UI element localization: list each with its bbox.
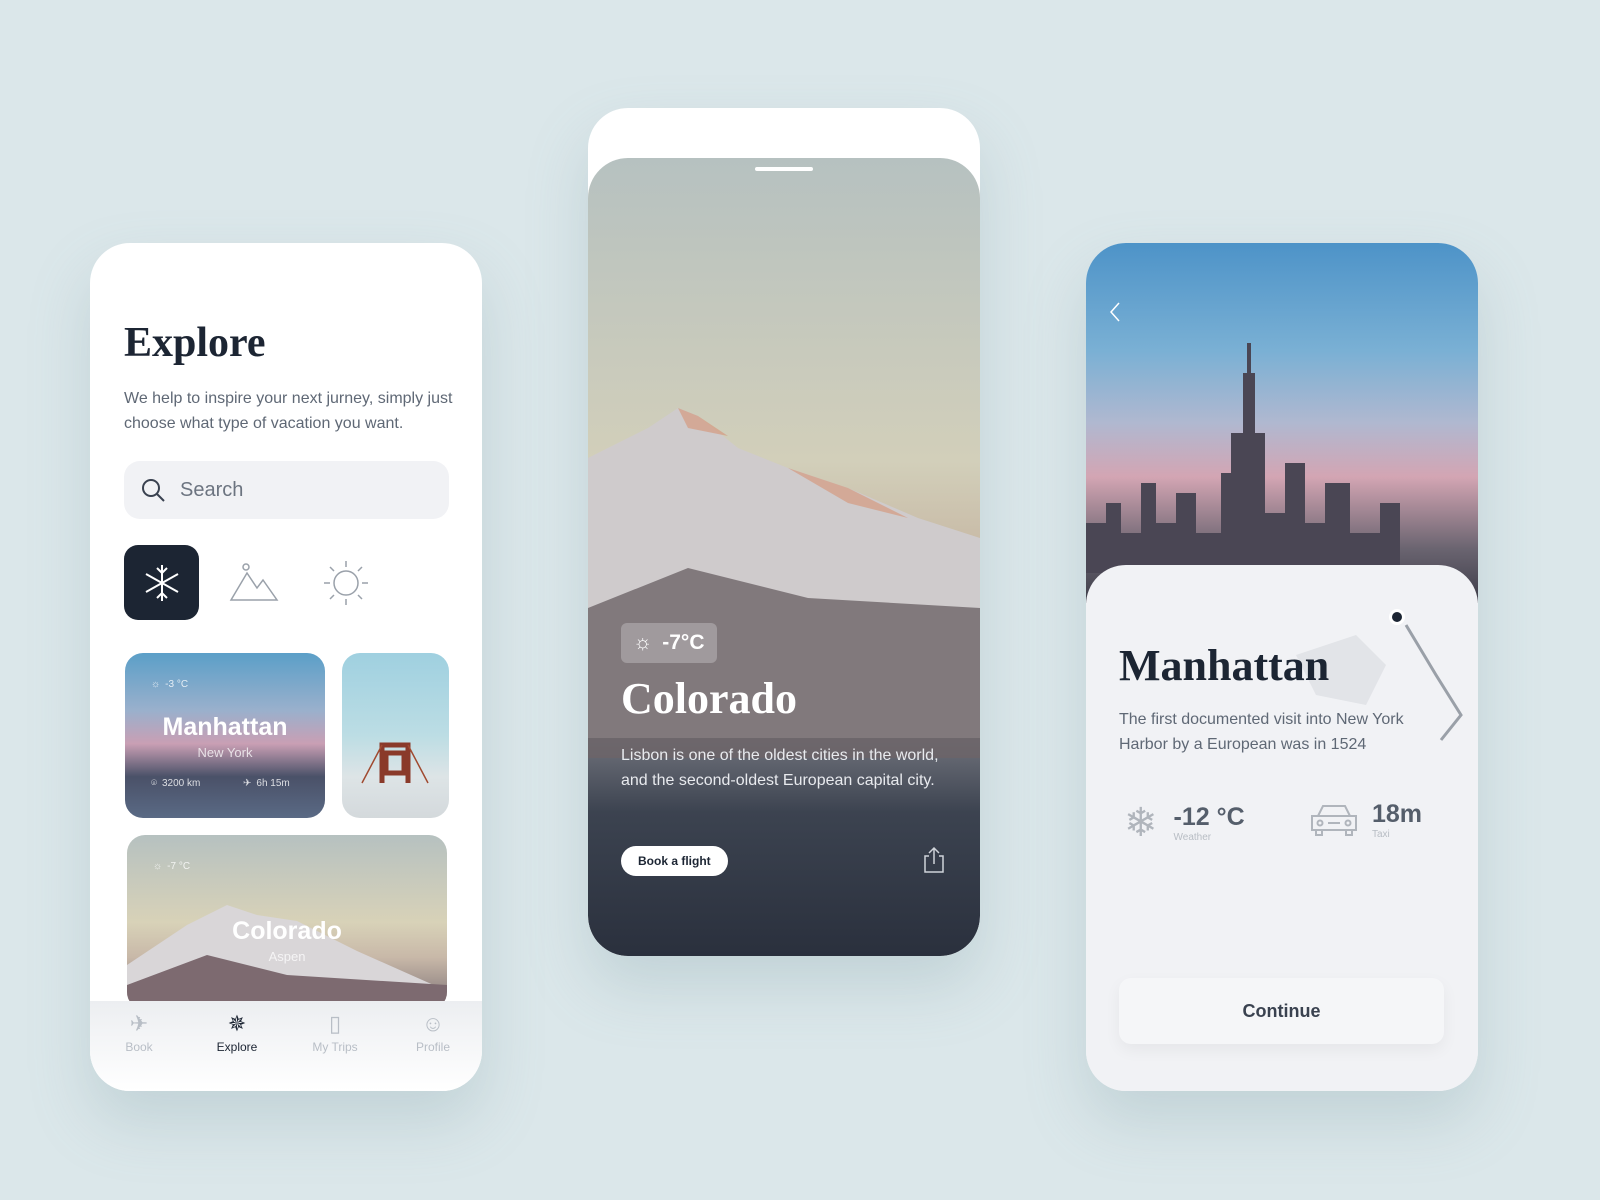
page-title: Explore (124, 320, 266, 366)
compass-star-icon: ✵ (227, 1011, 247, 1036)
card-title: Colorado (232, 917, 342, 945)
skyline-image (1086, 243, 1478, 603)
sun-icon: ☼ (153, 861, 163, 872)
skyline (1086, 343, 1400, 573)
sun-icon: ☼ (633, 631, 653, 654)
back-chevron-icon[interactable] (1108, 301, 1122, 323)
user-icon: ☺ (421, 1011, 445, 1036)
card-title: Manhattan (162, 713, 288, 741)
search-icon (142, 479, 165, 502)
book-flight-button[interactable]: Book a flight (621, 846, 728, 876)
car-icon (1311, 805, 1357, 836)
destination-detail-screen: ☼ -7°C Colorado Lisbon is one of the olde… (588, 108, 980, 956)
location-pin-icon: ⌾ (151, 778, 157, 789)
destination-description: The first documented visit into New York… (1119, 711, 1404, 753)
mountain-icon (229, 562, 278, 601)
weather-stat: ❄ -12 °C Weather (1124, 801, 1245, 845)
weather-badge: ☼ -7°C (621, 623, 717, 663)
bridge-image (361, 742, 429, 784)
category-sun-button[interactable] (308, 545, 383, 620)
card-temp: -3 °C (165, 679, 189, 690)
category-mountain-button[interactable] (216, 545, 291, 620)
explore-screen: Explore We help to inspire your next jur… (90, 243, 482, 1091)
destination-card-colorado[interactable]: ☼ -7 °C Colorado Aspen (127, 835, 447, 1010)
share-icon[interactable] (922, 846, 946, 874)
destination-description: Lisbon is one of the oldest cities in th… (621, 747, 939, 789)
nav-profile[interactable]: ☺ Profile (393, 1011, 473, 1091)
card-flight-time: 6h 15m (256, 778, 290, 789)
search-input[interactable] (180, 478, 420, 502)
plane-icon: ✈ (243, 778, 252, 789)
plane-icon: ✈ (129, 1011, 149, 1036)
destination-card-san-francisco[interactable] (342, 653, 449, 818)
search-bar[interactable] (124, 461, 449, 519)
taxi-stat: 18m Taxi (1308, 800, 1422, 840)
sun-icon: ☼ (151, 679, 161, 690)
card-temp: -7 °C (167, 861, 191, 872)
card-distance: 3200 km (162, 778, 201, 789)
nav-explore[interactable]: ✵ Explore (197, 1011, 277, 1091)
snowflake-icon (145, 564, 178, 601)
card-subtitle: New York (197, 745, 253, 760)
info-sheet: Manhattan The first documented visit int… (1086, 565, 1478, 1091)
mountain-image (588, 408, 980, 758)
nav-my-trips[interactable]: ▯ My Trips (295, 1011, 375, 1091)
continue-button[interactable]: Continue (1119, 978, 1444, 1044)
destination-title: Colorado (621, 674, 797, 723)
page-subtitle: We help to inspire your next jurney, sim… (124, 390, 453, 432)
colorado-sheet: ☼ -7°C Colorado Lisbon is one of the olde… (588, 158, 980, 956)
card-subtitle: Aspen (268, 949, 306, 964)
luggage-icon: ▯ (328, 1011, 342, 1036)
snowflake-icon: ❄ (1124, 801, 1158, 845)
sun-icon (323, 560, 368, 605)
destination-card-manhattan[interactable]: ☼ -3 °C Manhattan New York ⌾ 3200 km ✈ 6h 1… (125, 653, 325, 818)
bottom-nav: ✈ Book ✵ Explore ▯ My Trips ☺ Profile (90, 1001, 482, 1091)
nav-book[interactable]: ✈ Book (99, 1011, 179, 1091)
destination-title: Manhattan (1119, 641, 1330, 690)
manhattan-screen: Manhattan The first documented visit int… (1086, 243, 1478, 1091)
category-winter-button[interactable] (124, 545, 199, 620)
